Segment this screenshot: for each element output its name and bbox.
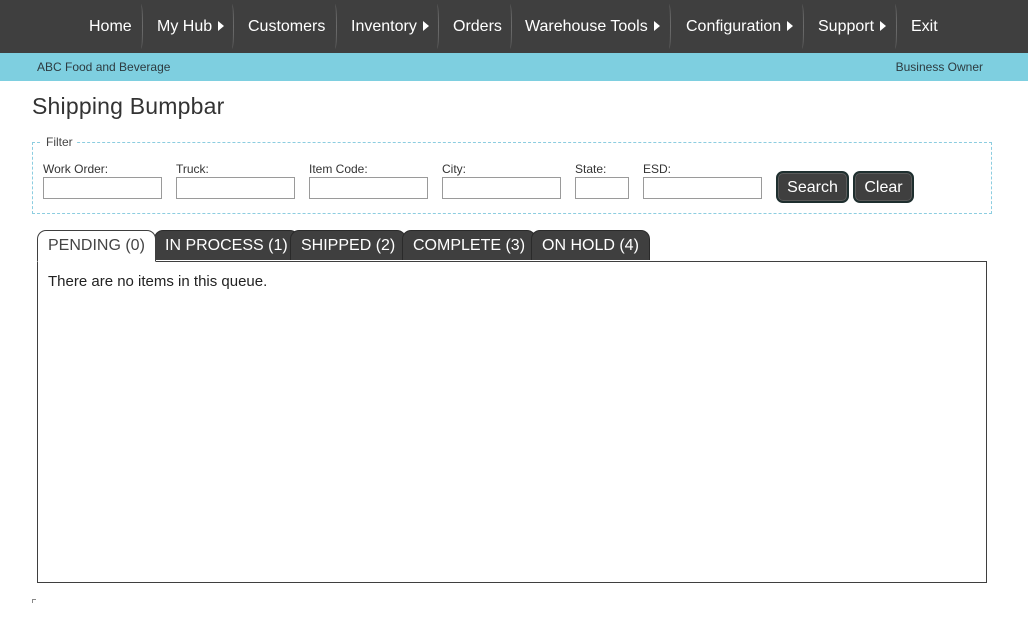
- top-navigation: Home My Hub Customers Inventory Orders W…: [0, 0, 1028, 53]
- company-name: ABC Food and Beverage: [37, 60, 171, 74]
- item-code-input[interactable]: [309, 177, 428, 199]
- nav-item-configuration[interactable]: Configuration: [686, 0, 794, 53]
- user-role: Business Owner: [895, 60, 983, 74]
- search-button[interactable]: Search: [776, 171, 849, 203]
- caret-right-icon: [787, 20, 794, 31]
- queue-panel: There are no items in this queue.: [37, 261, 987, 583]
- nav-item-support[interactable]: Support: [818, 0, 887, 53]
- nav-item-my-hub[interactable]: My Hub: [157, 0, 225, 53]
- caret-right-icon: [653, 20, 660, 31]
- nav-item-orders[interactable]: Orders: [453, 0, 502, 53]
- nav-item-customers[interactable]: Customers: [248, 0, 325, 53]
- nav-item-label: Home: [89, 18, 132, 35]
- city-input[interactable]: [442, 177, 561, 199]
- caret-right-icon: [880, 20, 887, 31]
- truck-label: Truck:: [176, 162, 209, 176]
- filter-fieldset: Filter Work Order: Truck: Item Code: Cit…: [32, 135, 992, 214]
- tab-label: PENDING (0): [48, 237, 145, 254]
- nav-item-label: My Hub: [157, 18, 213, 35]
- truck-input[interactable]: [176, 177, 295, 199]
- nav-item-label: Orders: [453, 18, 502, 35]
- caret-right-icon: [218, 20, 225, 31]
- work-order-input[interactable]: [43, 177, 162, 199]
- nav-item-warehouse-tools[interactable]: Warehouse Tools: [525, 0, 660, 53]
- tab-label: ON HOLD (4): [542, 237, 639, 254]
- resize-corner-mark: [32, 599, 36, 603]
- state-label: State:: [575, 162, 607, 176]
- tab-in-process[interactable]: IN PROCESS (1): [154, 230, 299, 260]
- state-input[interactable]: [575, 177, 629, 199]
- empty-queue-message: There are no items in this queue.: [48, 273, 268, 290]
- subheader-bar: ABC Food and Beverage Business Owner: [0, 53, 1028, 81]
- nav-separator: [140, 4, 143, 49]
- nav-item-label: Exit: [911, 18, 938, 35]
- esd-label: ESD:: [643, 162, 672, 176]
- nav-separator: [231, 4, 234, 49]
- nav-item-inventory[interactable]: Inventory: [351, 0, 429, 53]
- nav-separator: [801, 4, 804, 49]
- tab-pending[interactable]: PENDING (0): [37, 230, 156, 262]
- tab-label: IN PROCESS (1): [165, 237, 288, 254]
- nav-item-home[interactable]: Home: [89, 0, 132, 53]
- city-label: City:: [442, 162, 466, 176]
- nav-item-label: Configuration: [686, 18, 782, 35]
- caret-right-icon: [422, 20, 429, 31]
- nav-item-exit[interactable]: Exit: [911, 0, 938, 53]
- clear-button[interactable]: Clear: [853, 171, 914, 203]
- nav-item-label: Support: [818, 18, 875, 35]
- tab-complete[interactable]: COMPLETE (3): [402, 230, 537, 260]
- nav-separator: [436, 4, 439, 49]
- filter-legend: Filter: [42, 135, 77, 149]
- work-order-label: Work Order:: [43, 162, 109, 176]
- tab-on-hold[interactable]: ON HOLD (4): [531, 230, 650, 260]
- nav-separator: [894, 4, 897, 49]
- item-code-label: Item Code:: [309, 162, 368, 176]
- nav-item-label: Inventory: [351, 18, 417, 35]
- esd-input[interactable]: [643, 177, 762, 199]
- nav-item-label: Customers: [248, 18, 326, 35]
- tab-shipped[interactable]: SHIPPED (2): [290, 230, 407, 260]
- nav-separator: [509, 4, 512, 49]
- tab-label: SHIPPED (2): [301, 237, 396, 254]
- nav-item-label: Warehouse Tools: [525, 18, 648, 35]
- nav-separator: [668, 4, 671, 49]
- nav-separator: [334, 4, 337, 49]
- tab-label: COMPLETE (3): [413, 237, 526, 254]
- page-title: Shipping Bumpbar: [32, 93, 225, 119]
